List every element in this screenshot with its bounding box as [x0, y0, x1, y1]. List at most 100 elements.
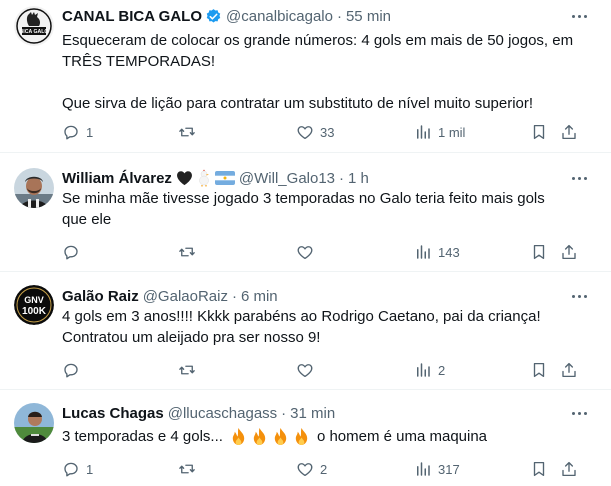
bookmark-button[interactable] — [530, 360, 548, 380]
share-button[interactable] — [560, 360, 578, 380]
tweet-header: William Álvarez @Will_Galo13 · 1 h — [62, 168, 571, 188]
tweet-text-start: 3 temporadas e 4 gols... — [62, 428, 223, 445]
like-count: 2 — [320, 461, 328, 477]
share-button[interactable] — [560, 459, 578, 479]
views-button[interactable]: 2 — [414, 360, 445, 380]
black-heart-icon — [176, 170, 193, 186]
more-icon[interactable] — [569, 288, 589, 304]
tweet-text: Se minha mãe tivesse jogado 3 temporadas… — [62, 188, 561, 230]
chicken-icon — [197, 169, 211, 187]
like-button[interactable] — [296, 242, 320, 262]
share-button[interactable] — [560, 122, 578, 142]
reply-button[interactable] — [62, 360, 86, 380]
avatar[interactable]: GNV 100K — [14, 285, 54, 325]
separator-dot: · — [336, 7, 342, 25]
share-icon — [562, 124, 576, 140]
tweet-header: Galão Raiz @GalaoRaiz · 6 min — [62, 286, 571, 306]
tweet-actions: 2 — [62, 360, 611, 380]
reply-button[interactable]: 1 — [62, 122, 93, 142]
separator-dot: · — [339, 169, 345, 187]
tweet[interactable]: William Álvarez @Will_Galo13 · 1 h Se mi… — [0, 154, 611, 272]
like-button[interactable]: 2 — [296, 459, 327, 479]
avatar-logo-text: 100K — [22, 306, 47, 317]
tweet[interactable]: Lucas Chagas @llucaschagass · 31 min 3 t… — [0, 391, 611, 486]
reply-button[interactable]: 1 — [62, 459, 93, 479]
like-icon — [297, 246, 313, 260]
views-button[interactable]: 317 — [414, 459, 460, 479]
bookmark-icon — [533, 244, 545, 260]
author-handle[interactable]: @Will_Galo13 — [239, 170, 335, 187]
avatar-logo-text: BICA GALO — [20, 29, 49, 35]
bookmark-button[interactable] — [530, 122, 548, 142]
timestamp[interactable]: 55 min — [346, 8, 391, 25]
like-button[interactable] — [296, 360, 320, 380]
retweet-button[interactable] — [178, 242, 196, 262]
author-handle[interactable]: @GalaoRaiz — [143, 288, 228, 305]
retweet-icon — [179, 365, 195, 375]
bookmark-icon — [533, 124, 545, 140]
timestamp[interactable]: 1 h — [348, 170, 369, 187]
tweet-paragraph: Que sirva de lição para contratar um sub… — [62, 95, 534, 112]
timestamp[interactable]: 31 min — [290, 405, 335, 422]
avatar[interactable] — [14, 403, 54, 443]
fire-icon — [232, 427, 245, 446]
like-icon — [297, 463, 313, 477]
fire-icon — [295, 427, 308, 446]
retweet-icon — [179, 464, 195, 474]
more-icon[interactable] — [569, 8, 589, 24]
views-button[interactable]: 1 mil — [414, 122, 465, 142]
tweet-actions: 143 — [62, 242, 611, 262]
reply-icon — [64, 462, 78, 477]
like-icon — [297, 364, 313, 378]
retweet-button[interactable] — [178, 360, 196, 380]
views-icon — [417, 462, 430, 476]
retweet-button[interactable] — [178, 459, 196, 479]
views-button[interactable]: 143 — [414, 242, 460, 262]
views-icon — [417, 363, 430, 377]
bookmark-button[interactable] — [530, 242, 548, 262]
more-icon[interactable] — [569, 170, 589, 186]
verified-icon — [205, 8, 222, 25]
avatar[interactable] — [14, 168, 54, 208]
tweet[interactable]: GNV 100K Galão Raiz @GalaoRaiz · 6 min 4… — [0, 273, 611, 390]
author-name[interactable]: Galão Raiz — [62, 288, 139, 305]
timestamp[interactable]: 6 min — [241, 288, 278, 305]
reply-button[interactable] — [62, 242, 86, 262]
views-icon — [417, 245, 430, 259]
share-icon — [562, 362, 576, 378]
separator-dot: · — [281, 404, 287, 422]
author-name[interactable]: William Álvarez — [62, 170, 172, 187]
tweet-actions: 1 33 1 mil — [62, 122, 611, 142]
reply-count: 1 — [86, 124, 94, 140]
reply-icon — [64, 245, 78, 260]
like-count: 33 — [320, 124, 335, 140]
fire-icon — [253, 427, 266, 446]
author-name[interactable]: Lucas Chagas — [62, 405, 164, 422]
bookmark-button[interactable] — [530, 459, 548, 479]
argentina-flag-icon — [214, 171, 235, 185]
more-icon[interactable] — [569, 405, 589, 421]
tweet-text: 4 gols em 3 anos!!!! Kkkk parabéns ao Ro… — [62, 306, 567, 348]
views-count: 1 mil — [438, 124, 466, 140]
tweet-paragraph: 4 gols em 3 anos!!!! Kkkk parabéns ao Ro… — [62, 308, 541, 346]
author-handle[interactable]: @llucaschagass — [168, 405, 277, 422]
retweet-button[interactable] — [178, 122, 196, 142]
avatar[interactable]: BICA GALO — [14, 6, 54, 46]
share-button[interactable] — [560, 242, 578, 262]
tweet-text-end: o homem é uma maquina — [316, 428, 488, 445]
tweet[interactable]: BICA GALO CANAL BICA GALO @canalbicagalo… — [0, 0, 611, 153]
tweet-actions: 1 2 317 — [62, 459, 611, 479]
avatar-logo-text: GNV — [24, 295, 44, 305]
views-count: 2 — [438, 362, 446, 378]
tweet-header: CANAL BICA GALO @canalbicagalo · 55 min — [62, 6, 571, 26]
share-icon — [562, 461, 576, 477]
tweet-text: 3 temporadas e 4 gols... o homem é uma m… — [62, 426, 581, 447]
like-button[interactable]: 33 — [296, 122, 334, 142]
fire-emojis — [229, 427, 311, 446]
share-icon — [562, 244, 576, 260]
views-count: 317 — [438, 461, 460, 477]
like-icon — [297, 126, 313, 140]
author-name[interactable]: CANAL BICA GALO — [62, 8, 202, 25]
retweet-icon — [179, 247, 195, 257]
author-handle[interactable]: @canalbicagalo — [226, 8, 333, 25]
